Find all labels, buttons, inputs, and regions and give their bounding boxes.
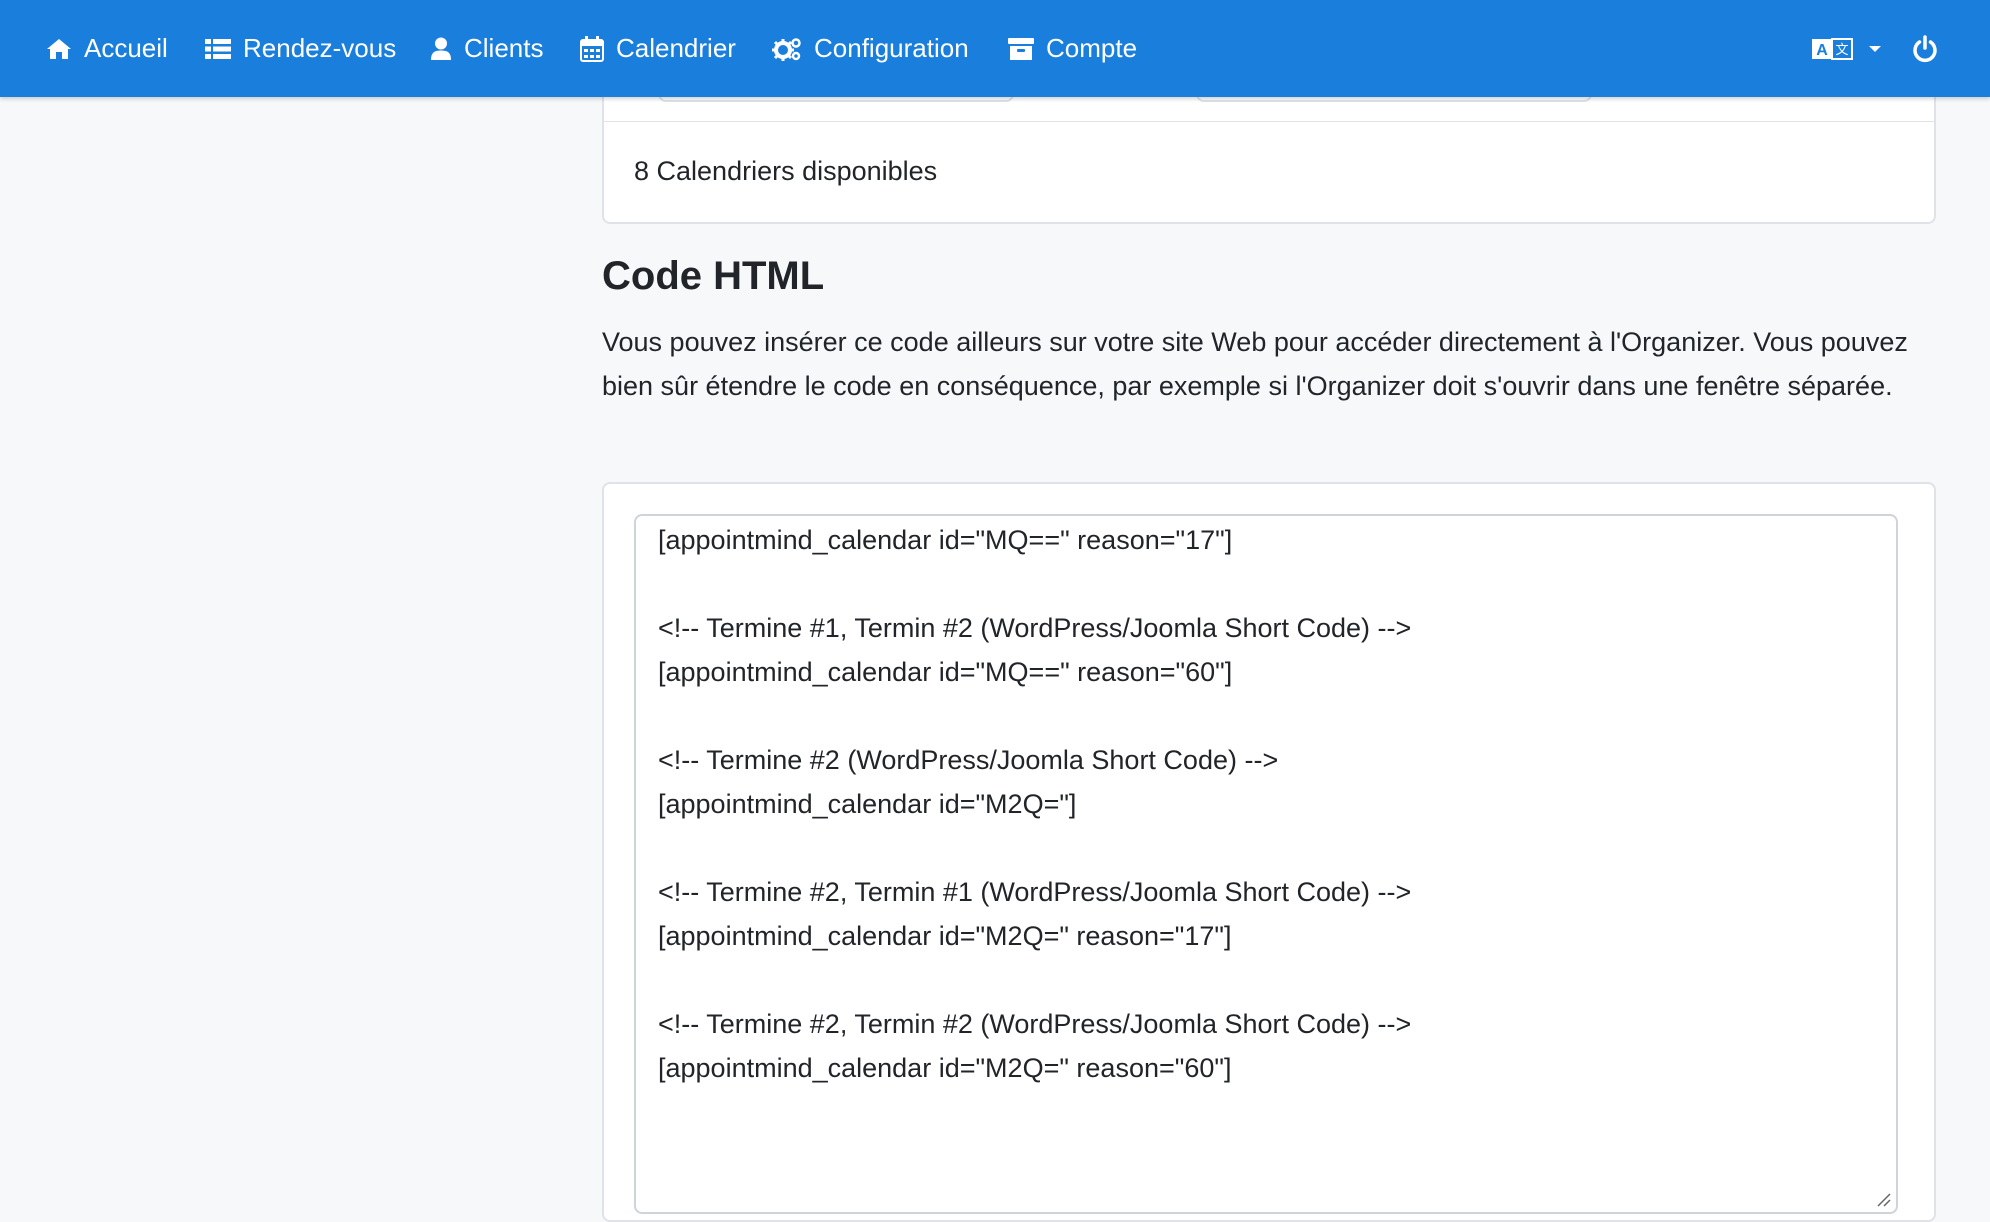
code-section-description: Vous pouvez insérer ce code ailleurs sur… — [602, 327, 1908, 401]
archive-icon — [1008, 37, 1034, 60]
code-line: [appointmind_calendar id="M2Q="] — [658, 789, 1077, 819]
caret-down-icon — [1869, 45, 1881, 52]
code-card: <!-- Termine #1, Termin #1 (WordPress/Jo… — [602, 482, 1936, 1222]
top-navbar: Accueil Rendez-vous Clients Calendrier C… — [0, 0, 1990, 97]
code-line: [appointmind_calendar id="MQ==" reason="… — [658, 525, 1233, 555]
code-textarea[interactable]: <!-- Termine #1, Termin #1 (WordPress/Jo… — [634, 514, 1898, 1214]
code-section-title: Code HTML — [602, 254, 825, 298]
nav-clients-label: Clients — [464, 33, 544, 63]
nav-clients[interactable]: Clients — [430, 0, 543, 97]
code-line: <!-- Termine #2, Termin #2 (WordPress/Jo… — [658, 1009, 1412, 1039]
nav-calendrier-label: Calendrier — [616, 33, 736, 63]
language-dropdown[interactable]: A 文 — [1812, 0, 1882, 97]
user-icon — [431, 37, 451, 60]
power-icon — [1913, 34, 1937, 62]
code-line: [appointmind_calendar id="MQ==" reason="… — [658, 657, 1233, 687]
svg-text:文: 文 — [1835, 42, 1848, 57]
home-icon — [47, 38, 71, 59]
svg-text:A: A — [1816, 42, 1828, 59]
nav-compte[interactable]: Compte — [1008, 0, 1137, 97]
nav-configuration-label: Configuration — [814, 33, 969, 63]
nav-accueil[interactable]: Accueil — [46, 0, 168, 97]
nav-accueil-label: Accueil — [84, 33, 168, 63]
nav-configuration[interactable]: Configuration — [772, 0, 969, 97]
code-line: [appointmind_calendar id="M2Q=" reason="… — [658, 1053, 1232, 1083]
calendar-icon — [580, 35, 604, 62]
code-line: <!-- Termine #2 (WordPress/Joomla Short … — [658, 745, 1279, 775]
calendars-count: 8 Calendriers disponibles — [634, 156, 938, 186]
code-line: <!-- Termine #2, Termin #1 (WordPress/Jo… — [658, 877, 1412, 907]
nav-rendez-vous-label: Rendez-vous — [243, 33, 397, 63]
code-line: [appointmind_calendar id="M2Q=" reason="… — [658, 921, 1232, 951]
card-divider — [604, 121, 1934, 122]
nav-calendrier[interactable]: Calendrier — [580, 0, 736, 97]
code-content: <!-- Termine #1, Termin #1 (WordPress/Jo… — [658, 516, 1886, 1178]
nav-rendez-vous[interactable]: Rendez-vous — [205, 0, 396, 97]
language-icon: A 文 — [1812, 37, 1853, 60]
resize-handle-icon[interactable] — [1874, 1190, 1892, 1208]
list-icon — [205, 38, 231, 59]
nav-compte-label: Compte — [1046, 33, 1138, 63]
code-line: <!-- Termine #1, Termin #2 (WordPress/Jo… — [658, 613, 1412, 643]
gears-icon — [772, 37, 801, 61]
logout-button[interactable] — [1912, 0, 1938, 97]
